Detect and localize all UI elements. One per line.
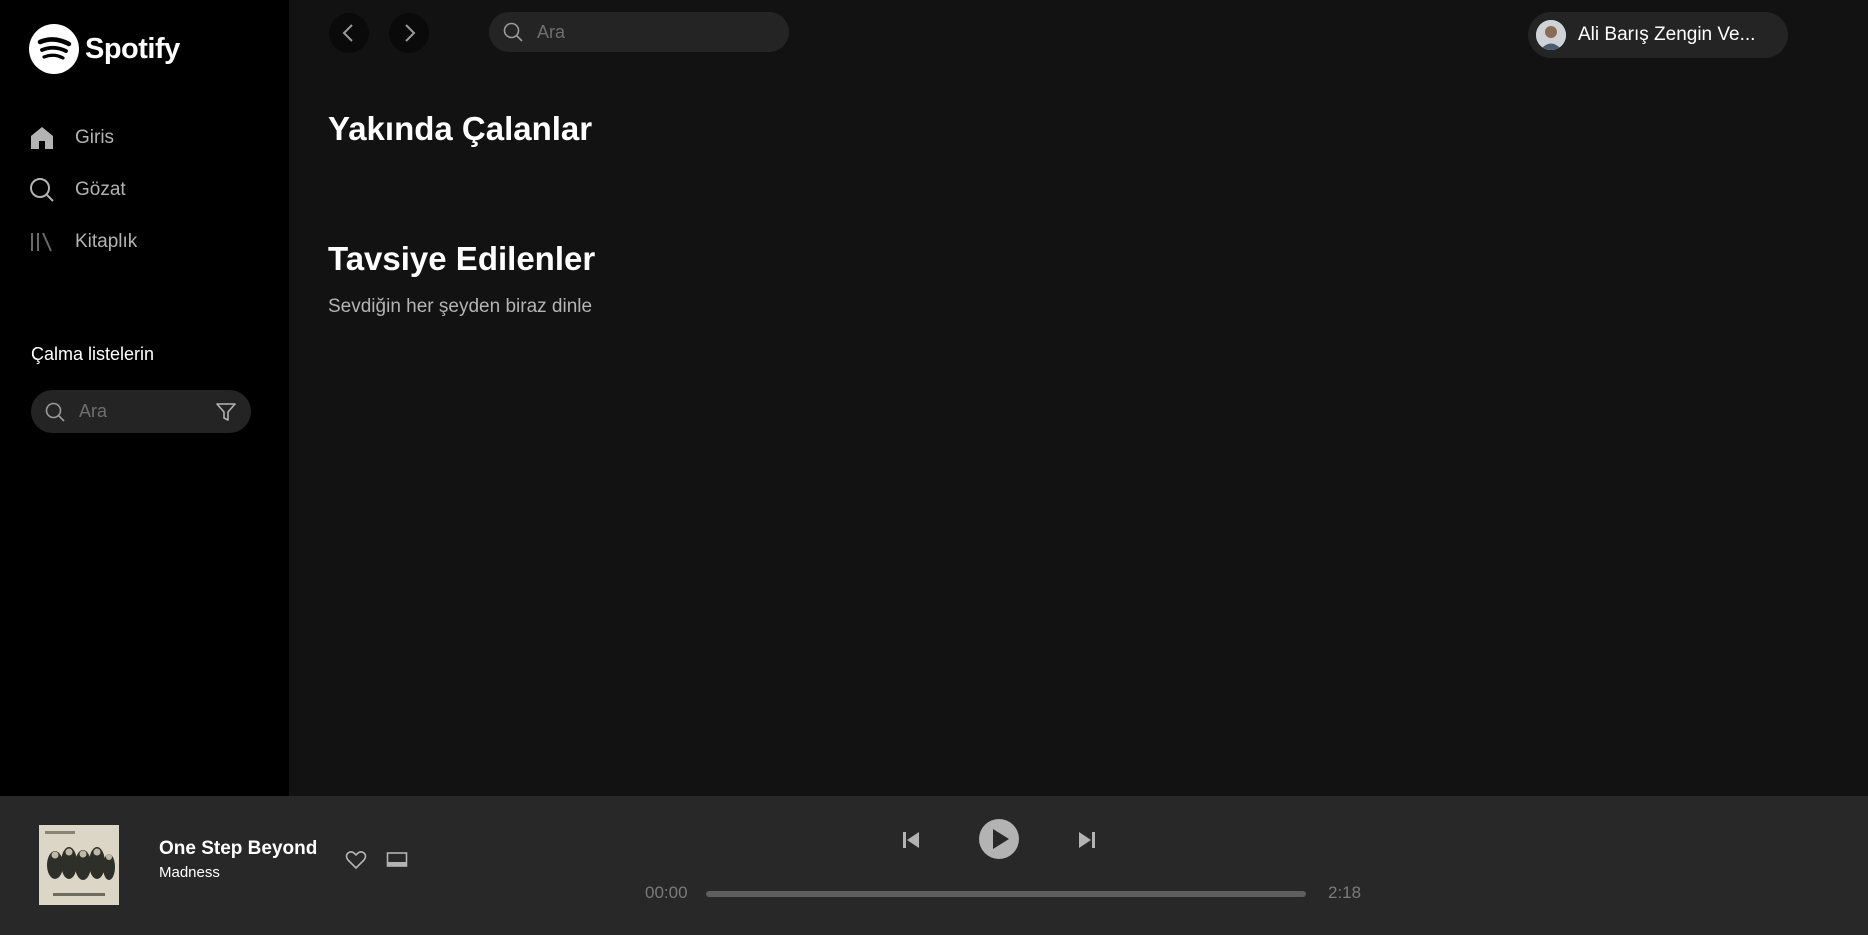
user-menu-button[interactable]: Ali Barış Zengin Ve... [1528, 12, 1788, 58]
avatar [1536, 20, 1566, 50]
next-track-icon[interactable] [1078, 830, 1096, 850]
user-name: Ali Barış Zengin Ve... [1578, 24, 1756, 45]
album-cover[interactable] [39, 825, 119, 905]
heart-icon[interactable] [345, 850, 367, 870]
search-icon [45, 402, 65, 422]
player-bar: One Step Beyond Madness 00:00 2:18 [0, 796, 1868, 935]
home-icon [31, 127, 53, 149]
current-time: 00:00 [645, 883, 688, 902]
top-search-box [489, 12, 789, 52]
track-artist[interactable]: Madness [159, 864, 220, 881]
sidebar-nav: Giris Gözat Kitaplık [29, 112, 137, 268]
recently-played-title: Yakında Çalanlar [328, 110, 593, 147]
play-button[interactable] [978, 818, 1020, 860]
spotify-logo-icon [29, 24, 79, 74]
album-art-image [39, 825, 119, 905]
sidebar-item-home[interactable]: Giris [29, 112, 137, 164]
top-search-input[interactable] [537, 21, 775, 43]
library-icon [31, 232, 52, 252]
sidebar: Spotify Giris Gözat Kitaplık Çalma liste… [0, 0, 289, 796]
total-time: 2:18 [1328, 883, 1362, 902]
playlists-heading: Çalma listelerin [31, 344, 155, 364]
sidebar-item-label: Gözat [75, 179, 126, 200]
sidebar-item-label: Kitaplık [75, 231, 138, 252]
spotify-logo[interactable]: Spotify [29, 24, 180, 74]
search-icon [30, 178, 54, 202]
back-button[interactable] [329, 13, 369, 53]
logo-wordmark: Spotify [85, 32, 180, 65]
search-icon [503, 22, 523, 42]
app-window: Spotify Giris Gözat Kitaplık Çalma liste… [0, 0, 1868, 935]
filter-icon[interactable] [215, 401, 237, 423]
chevron-right-icon [405, 24, 416, 42]
forward-button[interactable] [389, 13, 429, 53]
recommended-title: Tavsiye Edilenler [328, 240, 596, 277]
picture-in-picture-icon[interactable] [386, 851, 408, 869]
sidebar-item-library[interactable]: Kitaplık [29, 216, 137, 268]
chevron-left-icon [342, 24, 353, 42]
previous-track-icon[interactable] [902, 830, 920, 850]
track-title[interactable]: One Step Beyond [159, 838, 317, 860]
user-avatar-icon [1536, 20, 1566, 50]
playlist-search-box [31, 390, 251, 433]
progress-bar[interactable] [706, 891, 1306, 897]
recommended-subtitle: Sevdiğin her şeyden biraz dinle [328, 296, 593, 317]
sidebar-item-label: Giris [75, 127, 115, 148]
playlist-search-input[interactable] [79, 401, 215, 422]
sidebar-item-browse[interactable]: Gözat [29, 164, 137, 216]
